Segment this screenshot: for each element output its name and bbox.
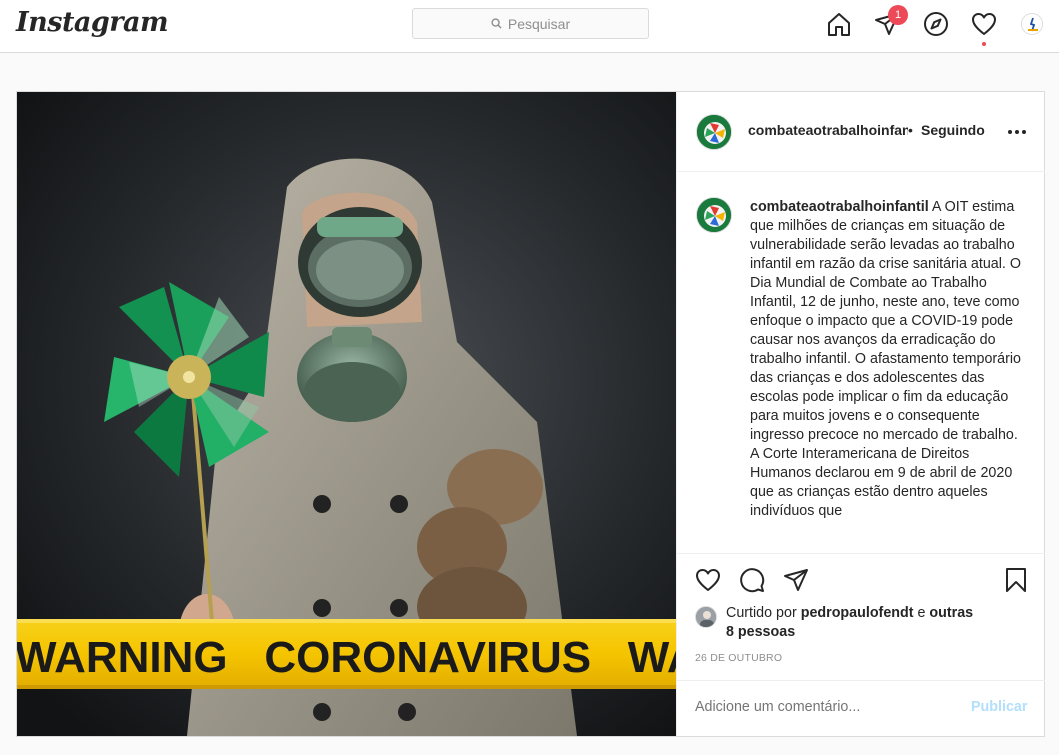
author-avatar[interactable] xyxy=(696,114,732,150)
search-placeholder: Pesquisar xyxy=(507,15,571,32)
post-photo-illustration: WARNING CORONAVIRUS WARNING xyxy=(17,92,676,736)
more-options-icon[interactable] xyxy=(1005,123,1029,141)
post-header: combateaotrabalhoinfantil • Seguindo xyxy=(677,92,1045,172)
post-card: WARNING CORONAVIRUS WARNING combateaotra… xyxy=(16,91,1045,737)
search-icon xyxy=(491,18,502,29)
home-icon[interactable] xyxy=(825,10,853,38)
author-username[interactable]: combateaotrabalhoinfantil xyxy=(748,122,908,138)
save-bookmark-icon[interactable] xyxy=(1002,566,1030,594)
caption-username[interactable]: combateaotrabalhoinfantil xyxy=(750,199,929,215)
post-side-panel: combateaotrabalhoinfantil • Seguindo com… xyxy=(676,92,1045,736)
warning-tape-text: WARNING CORONAVIRUS WARNING xyxy=(17,633,676,682)
comment-bar: Publicar xyxy=(677,680,1045,737)
caption-scroll-area[interactable]: combateaotrabalhoinfantil A OIT estima q… xyxy=(677,173,1045,553)
caption-text: A OIT estima que milhões de crianças em … xyxy=(750,199,1021,519)
publish-button[interactable]: Publicar xyxy=(971,699,1027,715)
activity-indicator-dot xyxy=(982,42,986,46)
caption-author-avatar[interactable] xyxy=(696,197,732,233)
post-actions: Curtido por pedropaulofendt e outras 8 p… xyxy=(677,553,1045,736)
header-separator: • xyxy=(908,122,913,138)
liker-avatar[interactable] xyxy=(695,606,717,628)
avatar[interactable] xyxy=(1021,13,1043,35)
liker-username[interactable]: pedropaulofendt xyxy=(801,605,914,621)
direct-badge: 1 xyxy=(888,5,908,25)
comment-icon[interactable] xyxy=(738,566,766,594)
like-heart-icon[interactable] xyxy=(694,566,722,594)
post-date[interactable]: 26 DE OUTUBRO xyxy=(695,652,782,664)
likes-prefix: Curtido por xyxy=(726,605,797,621)
following-button[interactable]: Seguindo xyxy=(921,122,985,138)
top-navigation: Instagram Pesquisar 1 xyxy=(0,0,1059,53)
instagram-logo[interactable]: Instagram xyxy=(16,7,169,38)
heart-icon[interactable] xyxy=(970,10,998,38)
post-caption: combateaotrabalhoinfantil A OIT estima q… xyxy=(750,198,1025,521)
search-input[interactable]: Pesquisar xyxy=(412,8,649,39)
comment-input[interactable] xyxy=(695,699,955,715)
post-image[interactable]: WARNING CORONAVIRUS WARNING xyxy=(17,92,676,736)
likes-conjunction: e xyxy=(917,605,926,621)
compass-icon[interactable] xyxy=(922,10,950,38)
share-paper-plane-icon[interactable] xyxy=(782,566,810,594)
